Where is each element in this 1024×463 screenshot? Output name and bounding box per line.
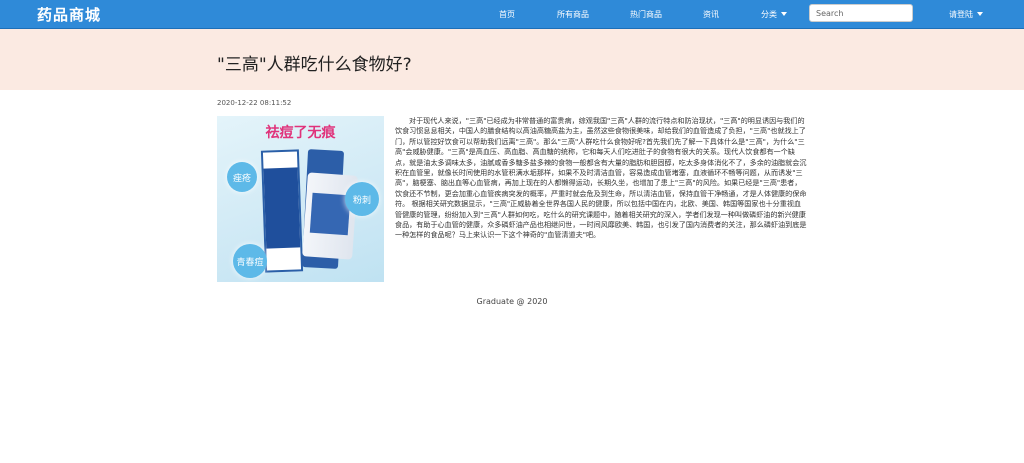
nav-home[interactable]: 首页 bbox=[499, 9, 515, 20]
nav-all-products[interactable]: 所有商品 bbox=[557, 9, 589, 20]
nav-hot-products[interactable]: 热门商品 bbox=[630, 9, 662, 20]
site-brand[interactable]: 药品商城 bbox=[37, 4, 101, 25]
image-tag: 青春痘 bbox=[233, 244, 267, 278]
article-date: 2020-12-22 08:11:52 bbox=[217, 99, 292, 107]
image-tag: 粉刺 bbox=[345, 182, 379, 216]
page-footer: Graduate @ 2020 bbox=[476, 297, 548, 306]
product-box bbox=[260, 149, 304, 273]
search-input[interactable] bbox=[809, 4, 913, 22]
top-navbar: 药品商城 首页 所有商品 热门商品 资讯 分类 请登陆 bbox=[0, 0, 1024, 29]
nav-category-dropdown[interactable]: 分类 bbox=[761, 9, 787, 20]
image-headline: 祛痘了无痕 bbox=[265, 125, 336, 141]
article-paragraph: 对于现代人来说，"三高"已经成为非常普通的富贵病，综观我国"三高"人群的流行特点… bbox=[395, 116, 807, 240]
product-image: 祛痘了无痕 痤疮 粉刺 青春痘 bbox=[217, 116, 384, 282]
article-body: 对于现代人来说，"三高"已经成为非常普通的富贵病，综观我国"三高"人群的流行特点… bbox=[395, 116, 807, 241]
login-dropdown[interactable]: 请登陆 bbox=[949, 9, 983, 20]
article-title: "三高"人群吃什么食物好? bbox=[217, 55, 412, 75]
product-tube bbox=[302, 172, 358, 260]
title-banner bbox=[0, 29, 1024, 90]
nav-news[interactable]: 资讯 bbox=[703, 9, 719, 20]
image-tag: 痤疮 bbox=[227, 162, 257, 192]
